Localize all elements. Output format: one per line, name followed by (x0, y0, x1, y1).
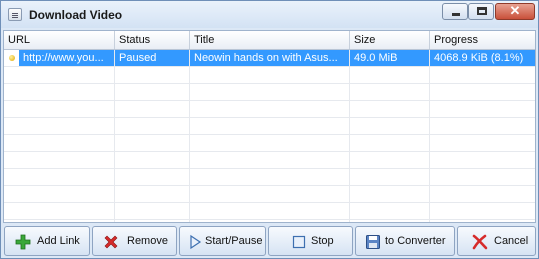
maximize-button[interactable] (468, 3, 494, 20)
to-converter-button[interactable]: to Converter (355, 226, 455, 256)
window-title: Download Video (29, 8, 123, 22)
column-header-title[interactable]: Title (190, 31, 350, 49)
close-icon: ✕ (509, 3, 521, 18)
to-converter-label: to Converter (385, 235, 446, 247)
empty-row (4, 169, 535, 186)
plus-icon (15, 234, 31, 250)
app-menu-icon[interactable] (8, 8, 22, 21)
minimize-button[interactable] (442, 3, 468, 20)
start-pause-label: Start/Pause (205, 235, 263, 247)
add-link-button[interactable]: Add Link (4, 226, 90, 256)
download-video-window: Download Video ✕ URL Status Title Size P… (0, 0, 539, 259)
empty-row (4, 118, 535, 135)
close-button[interactable]: ✕ (495, 3, 535, 20)
empty-row (4, 67, 535, 84)
column-header-url[interactable]: URL (4, 31, 115, 49)
cell-status[interactable]: Paused (115, 50, 189, 66)
downloads-table[interactable]: URL Status Title Size Progress http://ww… (3, 30, 536, 223)
empty-row (4, 101, 535, 118)
empty-row (4, 203, 535, 220)
stop-icon (292, 235, 306, 249)
cell-size[interactable]: 49.0 MiB (350, 50, 429, 66)
maximize-icon (477, 7, 487, 15)
table-header: URL Status Title Size Progress (4, 31, 535, 50)
cell-title[interactable]: Neowin hands on with Asus... (190, 50, 349, 66)
column-header-size[interactable]: Size (350, 31, 430, 49)
remove-x-icon (104, 235, 118, 249)
play-icon (190, 234, 202, 250)
paused-status-icon (9, 55, 15, 61)
column-header-progress[interactable]: Progress (430, 31, 535, 49)
cancel-label: Cancel (494, 235, 529, 247)
empty-row (4, 152, 535, 169)
cancel-button[interactable]: Cancel (457, 226, 536, 256)
save-disk-icon (366, 235, 380, 249)
title-bar[interactable]: Download Video ✕ (1, 1, 538, 28)
stop-label: Stop (311, 235, 334, 247)
add-link-label: Add Link (37, 235, 80, 247)
table-row[interactable]: http://www.you... Paused Neowin hands on… (4, 50, 535, 67)
empty-row (4, 135, 535, 152)
button-bar: Add Link Remove Start/Pause Stop to Conv… (1, 224, 538, 258)
empty-row (4, 186, 535, 203)
remove-label: Remove (127, 235, 168, 247)
start-pause-button[interactable]: Start/Pause (179, 226, 266, 256)
column-header-status[interactable]: Status (115, 31, 190, 49)
minimize-icon (452, 13, 460, 16)
cancel-x-icon (472, 234, 488, 250)
stop-button[interactable]: Stop (268, 226, 353, 256)
empty-row (4, 84, 535, 101)
cell-url[interactable]: http://www.you... (19, 50, 114, 66)
cell-progress[interactable]: 4068.9 KiB (8.1%) (430, 50, 535, 66)
remove-button[interactable]: Remove (92, 226, 177, 256)
